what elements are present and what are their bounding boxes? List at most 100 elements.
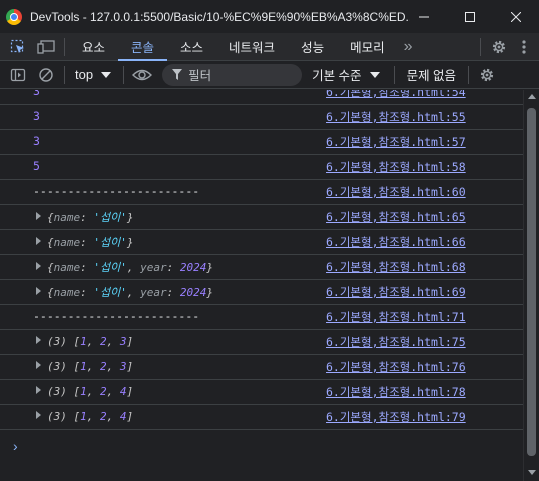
expand-triangle-icon[interactable] xyxy=(36,411,41,419)
chrome-logo-icon xyxy=(6,8,22,25)
console-settings-button[interactable] xyxy=(473,61,501,88)
source-link[interactable]: 6.기본형,참조형.html:79 xyxy=(326,409,486,425)
console-message: 5 xyxy=(33,159,40,173)
console-message[interactable]: (3) [1, 2, 4] xyxy=(36,384,133,398)
array-item: 2 xyxy=(100,385,107,398)
array-item: 1 xyxy=(80,410,87,423)
tab-network[interactable]: 네트워크 xyxy=(216,33,288,60)
filter-input[interactable]: 필터 xyxy=(162,63,303,86)
settings-button[interactable] xyxy=(485,33,513,60)
source-link[interactable]: 6.기본형,참조형.html:55 xyxy=(326,109,486,125)
console-row: {name: '섭이'} 6.기본형,참조형.html:66 xyxy=(0,230,523,255)
eye-icon xyxy=(132,69,153,80)
console-row: ------------------------ 6.기본형,참조형.html:6… xyxy=(0,180,523,205)
expand-triangle-icon[interactable] xyxy=(36,262,41,270)
scroll-down-arrow-icon[interactable] xyxy=(528,470,536,475)
source-link[interactable]: 6.기본형,참조형.html:69 xyxy=(326,284,486,300)
expand-triangle-icon[interactable] xyxy=(36,361,41,369)
log-levels-label: 기본 수준 xyxy=(312,69,362,83)
device-toolbar-button[interactable] xyxy=(32,33,60,60)
sidebar-toggle-button[interactable] xyxy=(4,61,32,88)
maximize-button[interactable] xyxy=(447,0,493,33)
console-message[interactable]: {name: '섭이'} xyxy=(36,234,134,250)
source-link[interactable]: 6.기본형,참조형.html:57 xyxy=(326,134,486,150)
expand-triangle-icon[interactable] xyxy=(36,212,41,220)
more-options-button[interactable] xyxy=(513,33,535,60)
array-item: 3 xyxy=(119,335,127,348)
source-link[interactable]: 6.기본형,참조형.html:75 xyxy=(326,334,486,350)
source-link[interactable]: 6.기본형,참조형.html:58 xyxy=(326,159,486,175)
array-item: 4 xyxy=(119,410,127,423)
tab-elements[interactable]: 요소 xyxy=(69,33,118,60)
filter-placeholder: 필터 xyxy=(188,69,212,83)
console-row: (3) [1, 2, 4] 6.기본형,참조형.html:78 xyxy=(0,380,523,405)
console-row: {name: '섭이'} 6.기본형,참조형.html:65 xyxy=(0,205,523,230)
filter-icon xyxy=(172,69,183,80)
console-prompt[interactable]: › xyxy=(13,438,18,454)
log-levels-dropdown[interactable]: 기본 수준 xyxy=(312,65,381,84)
close-button[interactable] xyxy=(493,0,539,33)
inspect-element-button[interactable] xyxy=(4,33,32,60)
source-link[interactable]: 6.기본형,참조형.html:71 xyxy=(326,309,486,325)
live-expression-button[interactable] xyxy=(128,61,156,88)
source-link[interactable]: 6.기본형,참조형.html:54 xyxy=(326,90,486,100)
tab-console[interactable]: 콘솔 xyxy=(118,33,168,61)
source-link[interactable]: 6.기본형,참조형.html:76 xyxy=(326,359,486,375)
console-message: 3 xyxy=(33,90,40,98)
console-message: 3 xyxy=(33,109,40,123)
context-selector[interactable]: top xyxy=(69,64,119,86)
console-message: ------------------------ xyxy=(33,184,200,198)
console-row: {name: '섭이', year: 2024} 6.기본형,참조형.html:6… xyxy=(0,255,523,280)
console-message[interactable]: {name: '섭이', year: 2024} xyxy=(36,284,213,300)
console-message[interactable]: {name: '섭이', year: 2024} xyxy=(36,259,213,275)
minimize-icon xyxy=(419,16,429,17)
console-row: (3) [1, 2, 3] 6.기본형,참조형.html:75 xyxy=(0,330,523,355)
expand-triangle-icon[interactable] xyxy=(36,386,41,394)
array-item: 1 xyxy=(80,335,87,348)
clear-console-button[interactable] xyxy=(32,61,60,88)
name-value: '섭이' xyxy=(93,236,127,249)
issues-counter[interactable]: 문제 없음 xyxy=(407,65,456,84)
console-message[interactable]: {name: '섭이'} xyxy=(36,209,134,225)
toolbar-divider xyxy=(123,65,125,84)
console-message[interactable]: (3) [1, 2, 3] xyxy=(36,359,133,373)
more-tabs-button[interactable]: » xyxy=(398,33,419,60)
chevron-down-icon xyxy=(101,71,112,78)
window-title: DevTools - 127.0.0.1:5500/Basic/10-%EC%9… xyxy=(30,9,410,24)
source-link[interactable]: 6.기본형,참조형.html:78 xyxy=(326,384,486,400)
tab-memory[interactable]: 메모리 xyxy=(337,33,398,60)
scroll-up-arrow-icon[interactable] xyxy=(528,94,536,99)
context-label: top xyxy=(75,67,94,82)
toolbar-divider xyxy=(468,65,470,84)
tabbar-divider xyxy=(64,37,65,56)
year-value: 2024 xyxy=(179,286,207,299)
expand-triangle-icon[interactable] xyxy=(36,287,41,295)
source-link[interactable]: 6.기본형,참조형.html:60 xyxy=(326,184,486,200)
console-message[interactable]: (3) [1, 2, 3] xyxy=(36,334,133,348)
tab-sources[interactable]: 소스 xyxy=(167,33,216,60)
console-row: ------------------------ 6.기본형,참조형.html:7… xyxy=(0,305,523,330)
array-length: (3) xyxy=(47,360,67,373)
devtools-tabbar: 요소 콘솔 소스 네트워크 성능 메모리 » xyxy=(0,33,539,61)
source-link[interactable]: 6.기본형,참조형.html:65 xyxy=(326,209,486,225)
console-message[interactable]: (3) [1, 2, 4] xyxy=(36,409,133,423)
minimize-button[interactable] xyxy=(401,0,447,33)
name-value: '섭이' xyxy=(93,261,127,274)
console-scrollbar[interactable] xyxy=(523,90,539,481)
kebab-menu-icon xyxy=(522,39,526,54)
clear-console-icon xyxy=(39,67,53,82)
expand-triangle-icon[interactable] xyxy=(36,336,41,344)
expand-triangle-icon[interactable] xyxy=(36,237,41,245)
toolbar-divider xyxy=(393,65,395,84)
inspect-cursor-icon xyxy=(10,39,24,53)
array-item: 2 xyxy=(100,335,107,348)
array-length: (3) xyxy=(47,410,67,423)
array-length: (3) xyxy=(47,385,67,398)
array-item: 2 xyxy=(100,410,107,423)
console-row: 5 6.기본형,참조형.html:58 xyxy=(0,155,523,180)
tab-performance[interactable]: 성능 xyxy=(288,33,337,60)
source-link[interactable]: 6.기본형,참조형.html:66 xyxy=(326,234,486,250)
source-link[interactable]: 6.기본형,참조형.html:68 xyxy=(326,259,486,275)
array-item: 1 xyxy=(80,360,87,373)
scrollbar-thumb[interactable] xyxy=(527,108,536,456)
